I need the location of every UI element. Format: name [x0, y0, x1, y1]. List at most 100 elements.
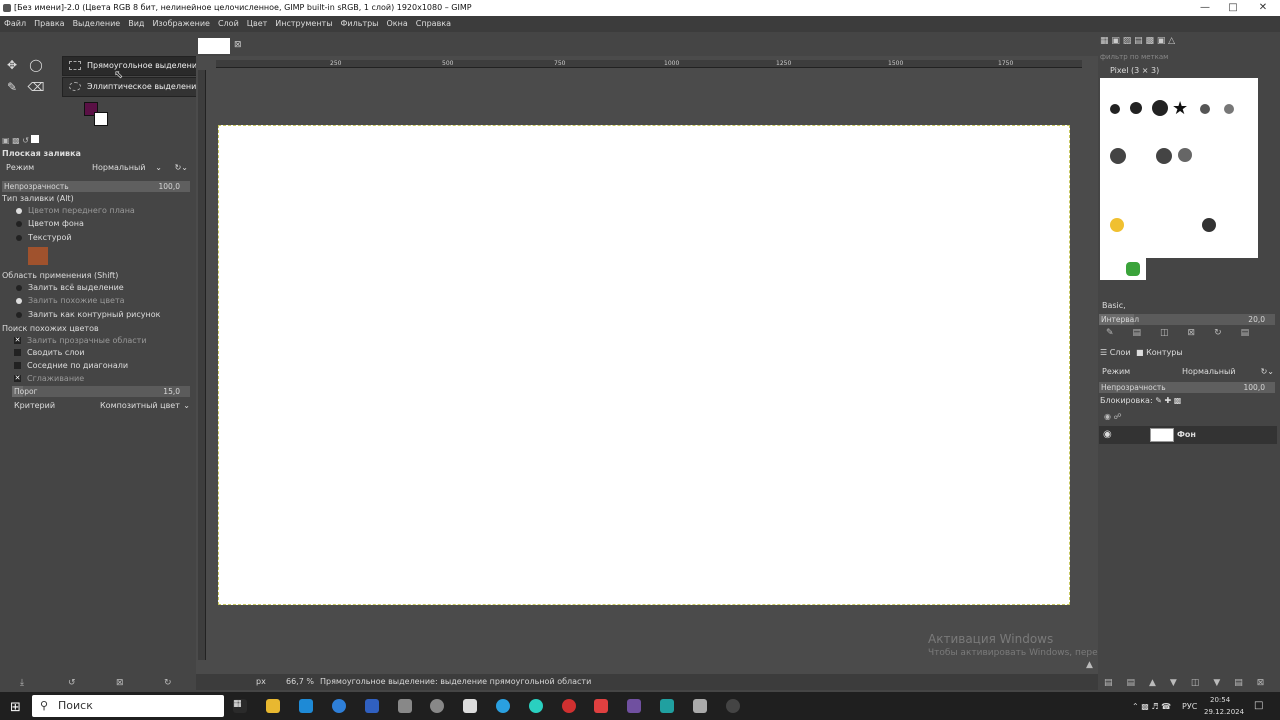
antialias-checkbox[interactable]: ✕ Сглаживание	[2, 373, 192, 385]
opacity-slider[interactable]: Непрозрачность 100,0	[2, 181, 190, 192]
menu-file[interactable]: Файл	[0, 16, 30, 32]
criterion-value[interactable]: Композитный цвет	[100, 400, 180, 412]
merged-checkbox[interactable]: Сводить слои	[2, 347, 192, 359]
background-color-swatch[interactable]	[94, 112, 108, 126]
eye-icon[interactable]: ◉	[1103, 429, 1112, 440]
layer-name[interactable]: Фон	[1177, 430, 1196, 439]
explorer-icon[interactable]	[266, 699, 280, 713]
close-tab-icon[interactable]: ⊠	[234, 40, 242, 50]
brush-item[interactable]	[1152, 100, 1168, 116]
area-line-option[interactable]: Залить как контурный рисунок	[2, 309, 192, 321]
skype-icon[interactable]	[299, 699, 313, 713]
layer-mode-value[interactable]: Нормальный	[1182, 366, 1236, 378]
eraser-tool-icon[interactable]: ⌫	[27, 78, 45, 96]
brush-actions[interactable]: ✎▤◫⊠↻▤	[1106, 328, 1268, 338]
brush-item[interactable]	[1130, 102, 1142, 114]
top-ruler[interactable]: 250 500 750 1000 1250 1500 1750	[216, 60, 1082, 68]
image-tab-thumbnail[interactable]	[198, 38, 230, 54]
store-icon[interactable]	[463, 699, 477, 713]
tab-paths[interactable]: ■ Контуры	[1136, 348, 1183, 357]
zoom-select[interactable]: 66,7 %	[286, 674, 314, 690]
reset-options-icon[interactable]: ↻	[164, 678, 172, 688]
tool-options-tabs[interactable]: ▣ ▩ ↺	[2, 135, 192, 147]
reset-mode-icon[interactable]: ↻⌄	[175, 162, 188, 174]
menu-select[interactable]: Выделение	[69, 16, 125, 32]
move-tool-icon[interactable]: ✥	[3, 56, 21, 74]
layer-thumbnail[interactable]	[1150, 428, 1174, 442]
app-icon[interactable]	[529, 699, 543, 713]
ellipse-select-menu-item[interactable]: Эллиптическое выделение E	[62, 77, 216, 97]
image-canvas[interactable]	[218, 125, 1070, 605]
fill-pattern-option[interactable]: Текстурой	[2, 232, 192, 244]
taskbar-search[interactable]: ⚲ Поиск	[32, 695, 224, 717]
spacing-slider[interactable]: Интервал 20,0	[1099, 314, 1275, 325]
layer-actions[interactable]: ▤▤▲▼◫▼▤⊠	[1104, 678, 1278, 688]
mode-value[interactable]: Нормальный	[92, 162, 146, 174]
tab-layers[interactable]: ☰ Слои	[1100, 348, 1131, 357]
mode-row[interactable]: Режим Нормальный ⌄ ↻⌄	[2, 162, 192, 174]
layer-opacity-slider[interactable]: Непрозрачность 100,0	[1099, 382, 1275, 393]
app-icon[interactable]	[430, 699, 444, 713]
menu-filters[interactable]: Фильтры	[337, 16, 383, 32]
diagonal-checkbox[interactable]: Соседние по диагонали	[2, 360, 192, 372]
brush-filter-input[interactable]: фильтр по меткам	[1100, 53, 1276, 63]
rect-select-menu-item[interactable]: Прямоугольное выделение R	[62, 56, 216, 76]
navigate-icon[interactable]: ▲	[1086, 660, 1093, 670]
layer-mode-row[interactable]: Режим Нормальный ↻⌄	[1102, 366, 1278, 378]
criterion-row[interactable]: Критерий Композитный цвет ⌄	[14, 400, 190, 412]
brush-item[interactable]	[1202, 218, 1216, 232]
telegram-icon[interactable]	[496, 699, 510, 713]
brush-grid[interactable]: ★	[1100, 78, 1258, 258]
menu-layer[interactable]: Слой	[214, 16, 243, 32]
area-all-option[interactable]: Залить всё выделение	[2, 282, 192, 294]
brush-item[interactable]	[1200, 104, 1210, 114]
area-similar-option[interactable]: Залить похожие цвета	[2, 295, 192, 307]
gimp-taskbar-icon[interactable]	[693, 699, 707, 713]
fill-fg-option[interactable]: Цветом переднего плана	[2, 205, 192, 217]
brush-item[interactable]	[1110, 218, 1124, 232]
menu-view[interactable]: Вид	[124, 16, 148, 32]
brush-item[interactable]	[1156, 148, 1172, 164]
dock-tabs[interactable]: ▦ ▣ ▨ ▤ ▩ ▣ △	[1100, 36, 1220, 48]
menu-help[interactable]: Справка	[412, 16, 455, 32]
pepper-brush-icon[interactable]	[1126, 262, 1140, 276]
brush-item[interactable]	[1110, 148, 1126, 164]
yandex-icon[interactable]	[594, 699, 608, 713]
fill-bg-option[interactable]: Цветом фона	[2, 218, 192, 230]
maximize-button[interactable]: □	[1218, 0, 1248, 16]
app-icon[interactable]	[398, 699, 412, 713]
star-brush-icon[interactable]: ★	[1172, 98, 1188, 119]
minimize-button[interactable]: —	[1190, 0, 1220, 16]
menu-image[interactable]: Изображение	[148, 16, 214, 32]
tray-icons[interactable]: ⌃ ▩ ♬ ☎	[1132, 702, 1171, 711]
lasso-tool-icon[interactable]: ◯	[27, 56, 45, 74]
doc-icon[interactable]	[365, 699, 379, 713]
clock-date[interactable]: 29.12.2024	[1204, 708, 1244, 716]
notifications-icon[interactable]: □	[1254, 700, 1263, 711]
brush-grid-extra[interactable]	[1100, 258, 1146, 280]
brush-item[interactable]	[1224, 104, 1234, 114]
left-ruler[interactable]	[198, 70, 206, 660]
windows-start-icon[interactable]: ⊞	[10, 700, 21, 715]
menu-edit[interactable]: Правка	[30, 16, 68, 32]
restore-options-icon[interactable]: ↺	[68, 678, 76, 688]
brush-item[interactable]	[1110, 104, 1120, 114]
obs-icon[interactable]	[726, 699, 740, 713]
brush-item[interactable]	[1178, 148, 1192, 162]
delete-options-icon[interactable]: ⊠	[116, 678, 124, 688]
menu-tools[interactable]: Инструменты	[271, 16, 336, 32]
menu-windows[interactable]: Окна	[383, 16, 412, 32]
yandex-browser-icon[interactable]	[562, 699, 576, 713]
edge-icon[interactable]	[332, 699, 346, 713]
clock-time[interactable]: 20:54	[1210, 696, 1230, 704]
save-options-icon[interactable]: ⤓	[20, 678, 24, 688]
task-view-icon[interactable]: ▦	[233, 699, 247, 713]
language-indicator[interactable]: РУС	[1182, 702, 1197, 711]
menu-colors[interactable]: Цвет	[243, 16, 272, 32]
paintbrush-tool-icon[interactable]: ✎	[3, 78, 21, 96]
transparent-checkbox[interactable]: ✕ Залить прозрачные области	[2, 335, 192, 347]
app-icon[interactable]	[627, 699, 641, 713]
threshold-slider[interactable]: Порог 15,0	[12, 386, 190, 397]
unit-select[interactable]: px	[256, 674, 266, 690]
pattern-swatch[interactable]	[28, 247, 48, 265]
